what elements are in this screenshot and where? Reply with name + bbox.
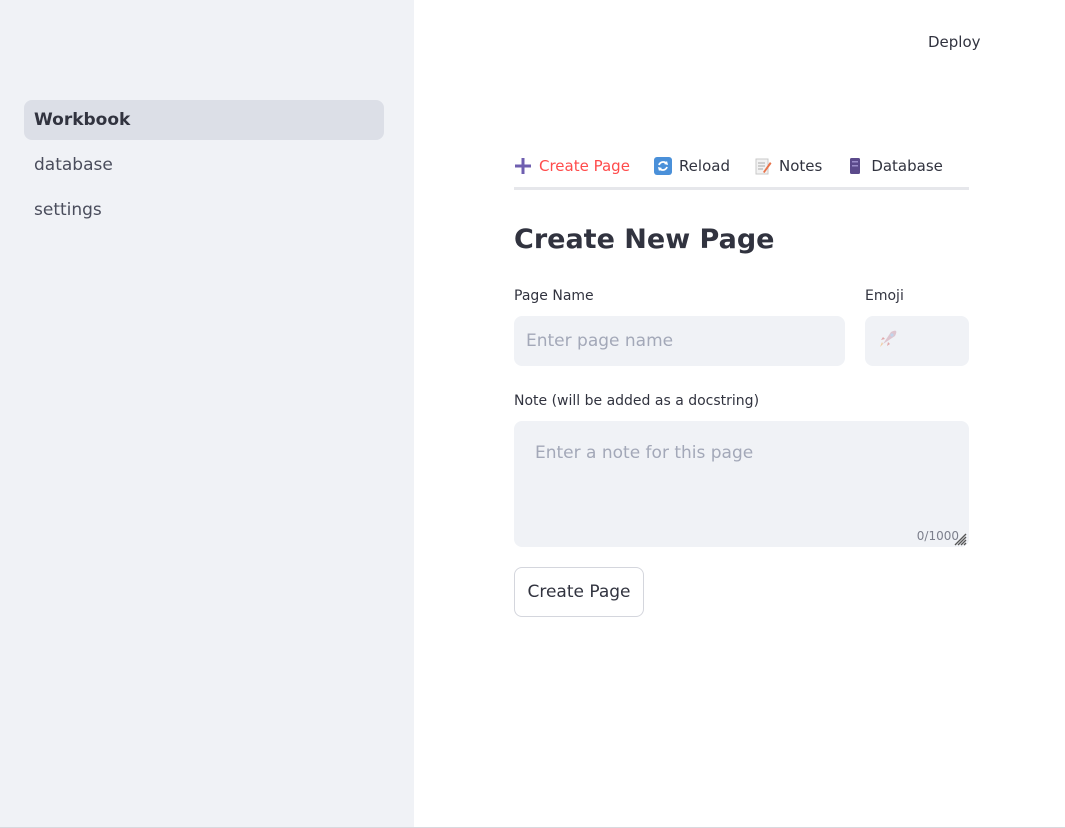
page-name-label: Page Name: [514, 288, 594, 304]
sidebar-item-workbook[interactable]: Workbook: [24, 100, 384, 140]
deploy-button[interactable]: Deploy: [928, 30, 981, 54]
sidebar-item-label: Workbook: [34, 110, 131, 130]
create-page-button[interactable]: Create Page: [514, 567, 644, 617]
emoji-group: Emoji: [865, 286, 969, 366]
tab-label: Database: [871, 157, 943, 175]
app-window: Workbook database settings Deploy Create…: [0, 0, 1065, 828]
tab-reload[interactable]: Reload: [653, 145, 730, 187]
sidebar-item-label: database: [34, 155, 113, 175]
emoji-label: Emoji: [865, 288, 904, 304]
emoji-input[interactable]: [865, 316, 969, 366]
tab-create-page[interactable]: Create Page: [514, 145, 630, 187]
sidebar: Workbook database settings: [0, 0, 414, 828]
note-label: Note (will be added as a docstring): [514, 393, 760, 409]
note-placeholder: Enter a note for this page: [535, 443, 754, 463]
resize-handle-icon[interactable]: [953, 531, 967, 546]
tab-database[interactable]: Database: [846, 145, 943, 187]
note-group: Note (will be added as a docstring) Ente…: [514, 391, 969, 547]
content-area: Create Page Reload Notes Database Create…: [514, 145, 969, 617]
tab-notes[interactable]: Notes: [754, 145, 822, 187]
page-name-group: Page Name Enter page name: [514, 286, 845, 366]
rocket-icon: [877, 328, 899, 355]
sidebar-item-database[interactable]: database: [24, 145, 384, 185]
tab-label: Create Page: [539, 157, 630, 175]
gear-icon: [967, 157, 969, 175]
tab-settings[interactable]: [967, 145, 969, 187]
page-name-input[interactable]: Enter page name: [514, 316, 845, 366]
sidebar-item-label: settings: [34, 200, 102, 220]
tab-label: Reload: [678, 157, 730, 175]
plus-icon: [514, 157, 532, 175]
reload-icon: [653, 157, 672, 175]
note-textarea[interactable]: Enter a note for this page 0/1000: [514, 421, 969, 547]
page-title: Create New Page: [514, 224, 775, 255]
sidebar-item-settings[interactable]: settings: [24, 190, 384, 230]
memo-icon: [754, 157, 772, 175]
name-emoji-row: Page Name Enter page name Emoji: [514, 286, 969, 366]
tab-label: Notes: [778, 157, 823, 175]
tab-bar: Create Page Reload Notes Database: [514, 145, 969, 190]
main-content: Deploy Create Page Reload Notes Database…: [414, 0, 1065, 828]
database-icon: [846, 157, 864, 175]
sidebar-nav: Workbook database settings: [24, 100, 384, 235]
